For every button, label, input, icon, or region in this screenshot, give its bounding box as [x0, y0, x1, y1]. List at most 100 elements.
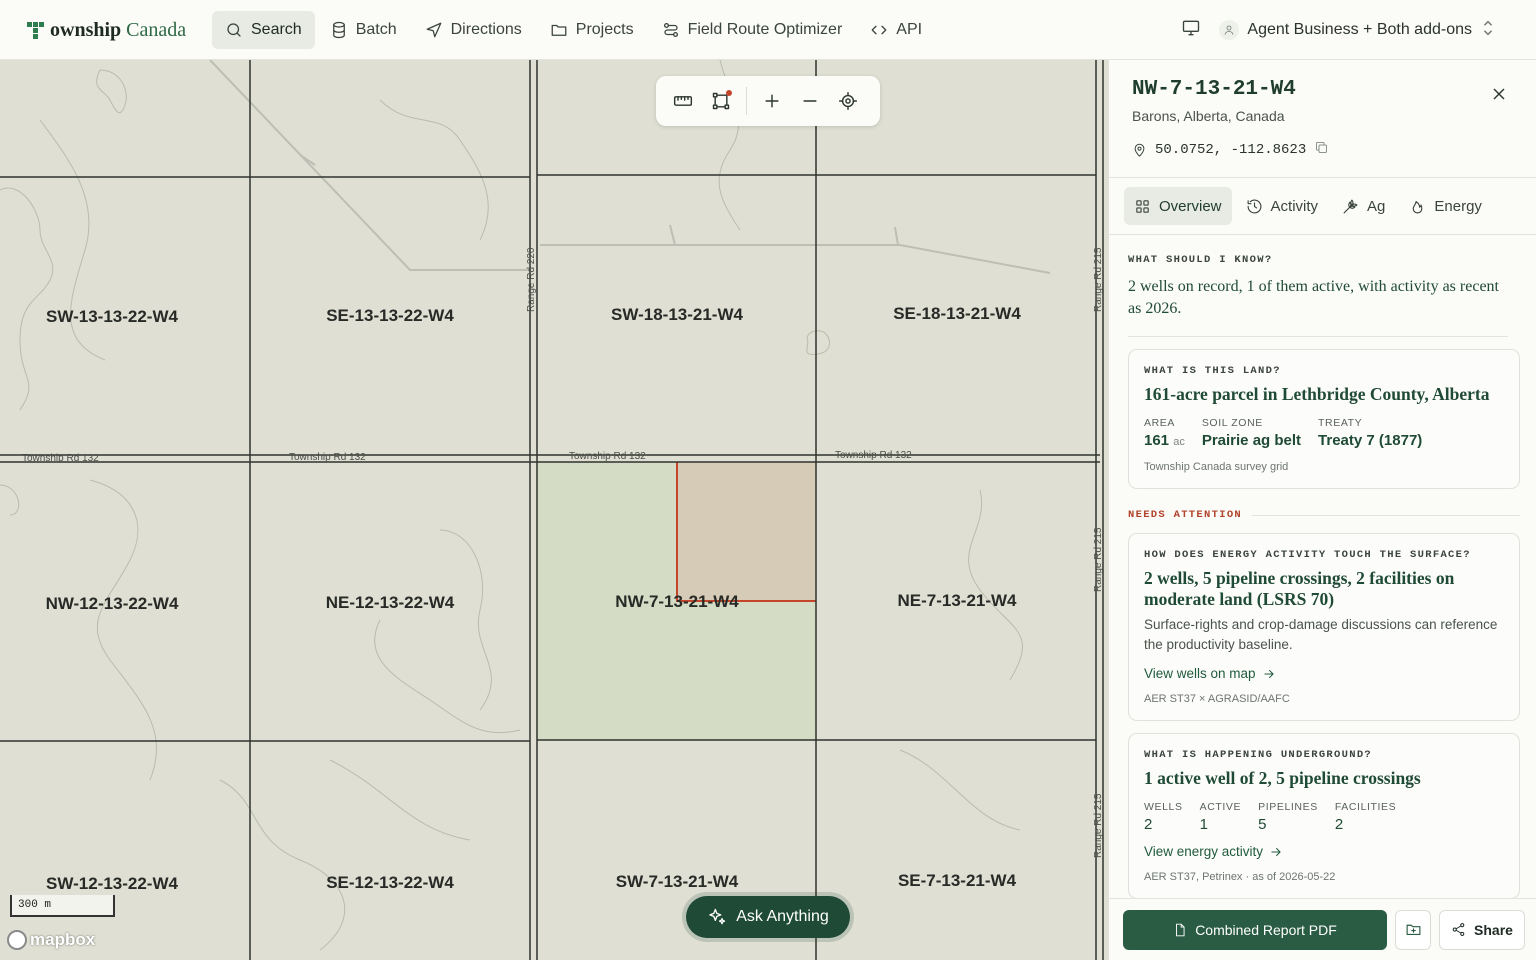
parcel-label-selected[interactable]: NW-7-13-21-W4	[615, 592, 738, 612]
zoom-out-button[interactable]	[791, 82, 829, 120]
panel-tabs: Overview Activity Ag Energy	[1109, 178, 1536, 235]
parcel-label[interactable]: NE-12-13-22-W4	[326, 593, 455, 613]
road-label: Township Rd 132	[569, 451, 646, 462]
monitor-icon[interactable]	[1181, 18, 1201, 43]
land-card: WHAT IS THIS LAND? 161-acre parcel in Le…	[1128, 349, 1520, 489]
close-icon	[1493, 88, 1505, 100]
stat-label: AREA	[1144, 417, 1175, 429]
parcel-label[interactable]: SE-7-13-21-W4	[898, 871, 1016, 891]
locate-button[interactable]	[829, 82, 867, 120]
parcel-label[interactable]: SE-13-13-22-W4	[326, 306, 454, 326]
parcel-grid	[0, 60, 1104, 960]
summary-section: WHAT SHOULD I KNOW? 2 wells on record, 1…	[1128, 254, 1520, 337]
mapbox-wordmark: mapbox	[30, 930, 96, 949]
treaty-stat: TREATY Treaty 7 (1877)	[1318, 417, 1422, 449]
surface-text: Surface-rights and crop-damage discussio…	[1144, 617, 1498, 652]
measure-button[interactable]	[664, 82, 702, 120]
tab-energy[interactable]: Energy	[1399, 187, 1492, 225]
code-icon	[871, 25, 887, 35]
parcel-label[interactable]: SW-12-13-22-W4	[46, 874, 178, 894]
nav-item-batch[interactable]: Batch	[317, 11, 410, 49]
stat-label: FACILITIES	[1334, 801, 1397, 813]
tab-label: Overview	[1159, 197, 1222, 215]
view-wells-link[interactable]: View wells on map	[1144, 666, 1504, 681]
parcel-label[interactable]: NE-7-13-21-W4	[897, 591, 1016, 611]
parcel-label[interactable]: SW-18-13-21-W4	[611, 305, 743, 325]
tab-ag[interactable]: Ag	[1332, 187, 1395, 225]
panel-footer: Combined Report PDF Share	[1109, 898, 1536, 960]
stat-label: PIPELINES	[1258, 801, 1318, 813]
map-toolbar	[656, 76, 880, 126]
stat-label: WELLS	[1144, 801, 1183, 813]
stat-label: TREATY	[1318, 417, 1363, 429]
tab-overview[interactable]: Overview	[1124, 187, 1232, 225]
road-label: Range Rd 215	[1093, 527, 1104, 593]
nav-item-directions[interactable]: Directions	[412, 11, 535, 49]
share-button[interactable]: Share	[1439, 909, 1525, 950]
brand-logo[interactable]: ownship Canada	[27, 18, 186, 42]
surface-eyebrow: HOW DOES ENERGY ACTIVITY TOUCH THE SURFA…	[1144, 549, 1471, 561]
ruler-icon	[673, 96, 693, 106]
road-label: Range Rd 220	[526, 247, 537, 313]
stat-value: 5	[1258, 816, 1267, 833]
history-icon	[1247, 199, 1261, 213]
top-right-controls: Agent Business + Both add-ons	[1181, 11, 1496, 49]
summary-text: 2 wells on record, 1 of them active, wit…	[1128, 276, 1508, 337]
combined-report-pdf-button[interactable]: Combined Report PDF	[1123, 909, 1387, 950]
parcel-details-panel: NW-7-13-21-W4 Barons, Alberta, Canada 50…	[1108, 60, 1536, 960]
crosshair-icon	[838, 91, 858, 111]
zoom-in-button[interactable]	[753, 82, 791, 120]
map-canvas[interactable]: SW-13-13-22-W4 SE-13-13-22-W4 SW-18-13-2…	[0, 60, 1108, 960]
draw-area-button[interactable]	[702, 82, 740, 120]
button-label: Combined Report PDF	[1195, 921, 1337, 938]
button-label: Share	[1474, 921, 1513, 938]
tab-activity[interactable]: Activity	[1236, 187, 1329, 225]
minus-icon	[803, 100, 817, 102]
panel-body[interactable]: WHAT SHOULD I KNOW? 2 wells on record, 1…	[1109, 236, 1536, 898]
stat-value: Treaty 7 (1877)	[1318, 432, 1423, 449]
nav-item-projects[interactable]: Projects	[537, 11, 647, 49]
folder-icon	[551, 24, 567, 36]
account-switcher[interactable]: Agent Business + Both add-ons	[1219, 19, 1496, 42]
copy-coordinates-button[interactable]	[1314, 140, 1329, 160]
wells-stat: WELLS 2	[1144, 801, 1183, 833]
parcel-coordinates: 50.0752, -112.8623	[1132, 140, 1329, 160]
nav-item-label: Batch	[355, 21, 397, 38]
parcel-label[interactable]: SE-18-13-21-W4	[893, 304, 1021, 324]
facilities-stat: FACILITIES 2	[1335, 801, 1396, 833]
parcel-label[interactable]: SW-13-13-22-W4	[46, 307, 178, 327]
tab-label: Activity	[1270, 197, 1319, 215]
user-avatar-icon	[1219, 20, 1240, 40]
save-to-project-button[interactable]	[1395, 909, 1431, 950]
nav-item-search[interactable]: Search	[212, 11, 315, 49]
panel-header: NW-7-13-21-W4 Barons, Alberta, Canada 50…	[1109, 60, 1536, 178]
tab-label: Ag	[1367, 197, 1386, 215]
underground-stats: WELLS 2 ACTIVE 1 PIPELINES 5 FACILITIES …	[1144, 801, 1504, 833]
underground-title: 1 active well of 2, 5 pipeline crossings	[1144, 768, 1421, 788]
close-panel-button[interactable]	[1489, 84, 1509, 104]
nav-item-api[interactable]: API	[857, 11, 935, 49]
parcel-label[interactable]: SW-7-13-21-W4	[616, 872, 738, 892]
land-title: 161-acre parcel in Lethbridge County, Al…	[1144, 384, 1490, 404]
nav-item-field-route-optimizer[interactable]: Field Route Optimizer	[649, 11, 856, 49]
arrow-right-icon	[1263, 669, 1274, 678]
view-energy-activity-link[interactable]: View energy activity	[1144, 844, 1504, 859]
link-label: View wells on map	[1144, 666, 1256, 681]
wheat-icon	[1343, 199, 1358, 213]
parcel-label[interactable]: SE-12-13-22-W4	[326, 873, 454, 893]
active-stat: ACTIVE 1	[1200, 801, 1242, 833]
account-name: Agent Business + Both add-ons	[1247, 21, 1472, 38]
toolbar-divider	[746, 87, 747, 115]
land-eyebrow: WHAT IS THIS LAND?	[1144, 365, 1281, 377]
stat-value: 2	[1334, 816, 1344, 833]
land-stats: AREA 161 ac SOIL ZONE Prairie ag belt TR…	[1144, 417, 1504, 449]
mapbox-attribution[interactable]: mapbox	[7, 930, 95, 950]
surface-title: 2 wells, 5 pipeline crossings, 2 facilit…	[1144, 568, 1455, 609]
nav-item-label: Directions	[450, 21, 522, 38]
brand-name: ownship Canada	[50, 18, 187, 41]
mapbox-logo-icon	[7, 930, 27, 950]
route-icon	[663, 22, 678, 38]
parcel-label[interactable]: NW-12-13-22-W4	[46, 594, 179, 614]
ask-anything-button[interactable]: Ask Anything	[686, 896, 850, 938]
notification-dot	[726, 90, 732, 96]
